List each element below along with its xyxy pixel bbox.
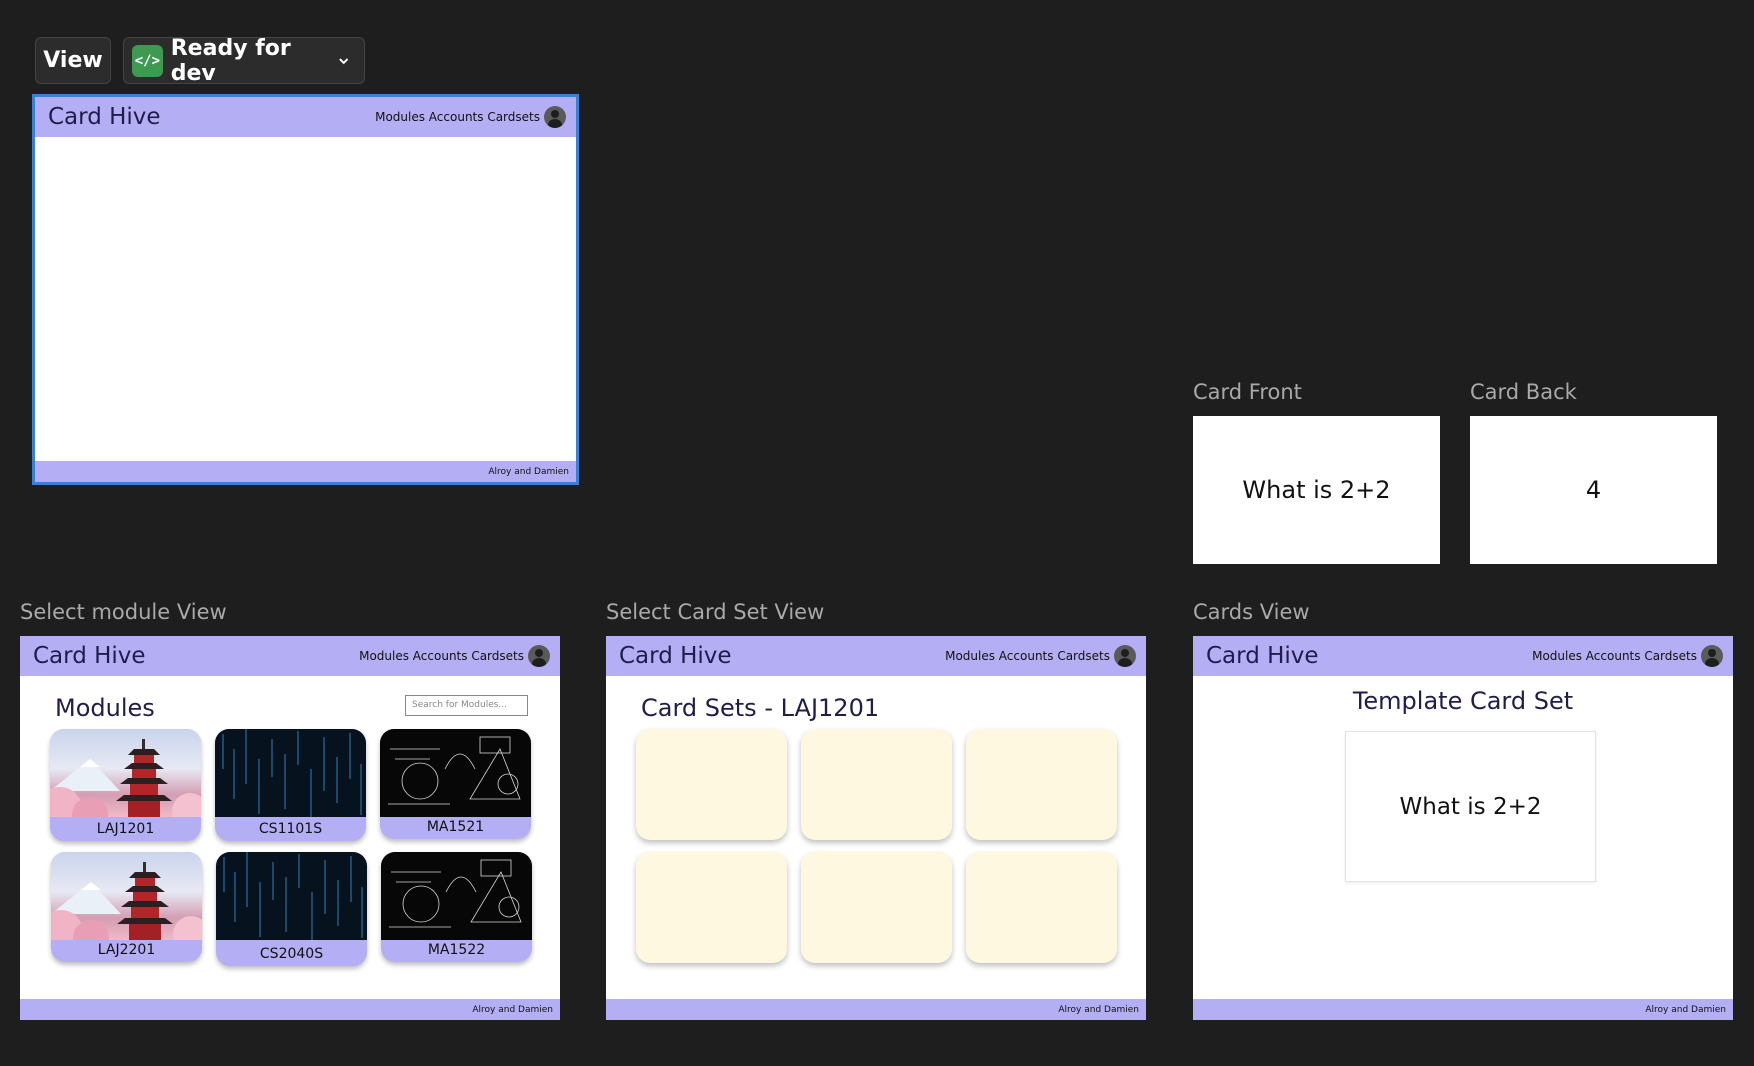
- module-card[interactable]: LAJ1201: [50, 729, 201, 841]
- module-code: CS2040S: [259, 946, 324, 962]
- card-back-text: 4: [1585, 476, 1602, 504]
- app-header: Card Hive Modules Accounts Cardsets: [1193, 636, 1733, 676]
- select-module-label: Select module View: [20, 600, 227, 624]
- footer-text: Alroy and Damien: [1058, 1004, 1139, 1015]
- module-card[interactable]: CS1101S: [215, 729, 366, 841]
- module-card[interactable]: CS2040S: [216, 852, 367, 966]
- flashcard[interactable]: What is 2+2: [1345, 731, 1596, 882]
- card-set-tile[interactable]: [636, 852, 787, 963]
- pagoda-image: [51, 852, 202, 956]
- app-footer: Alroy and Damien: [1193, 999, 1733, 1020]
- avatar-icon[interactable]: [1701, 645, 1723, 667]
- app-title: Card Hive: [48, 104, 161, 130]
- footer-text: Alroy and Damien: [472, 1004, 553, 1015]
- math-chalkboard-image: [381, 852, 532, 940]
- card-back[interactable]: 4: [1470, 416, 1717, 564]
- app-title: Card Hive: [619, 643, 732, 669]
- chevron-down-icon: [338, 57, 348, 64]
- app-footer: Alroy and Damien: [35, 461, 576, 482]
- footer-text: Alroy and Damien: [1645, 1004, 1726, 1015]
- card-set-tile[interactable]: [801, 852, 952, 963]
- nav-links[interactable]: Modules Accounts Cardsets: [359, 649, 524, 663]
- module-code: LAJ2201: [97, 942, 156, 958]
- module-code: MA1521: [426, 819, 485, 835]
- ready-for-dev-button[interactable]: </> Ready for dev: [123, 35, 365, 86]
- card-front-text: What is 2+2: [1242, 476, 1391, 504]
- nav-links[interactable]: Modules Accounts Cardsets: [945, 649, 1110, 663]
- app-title: Card Hive: [1206, 643, 1319, 669]
- card-set-title: Template Card Set: [1352, 687, 1574, 715]
- view-button-label: View: [43, 48, 103, 73]
- card-set-tile[interactable]: [801, 729, 952, 840]
- pagoda-image: [50, 729, 201, 833]
- card-back-label: Card Back: [1470, 380, 1577, 404]
- app-footer: Alroy and Damien: [606, 999, 1146, 1020]
- code-icon: </>: [132, 44, 163, 77]
- select-module-frame[interactable]: Card Hive Modules Accounts Cardsets Modu…: [20, 636, 560, 1020]
- cards-view-frame[interactable]: Card Hive Modules Accounts Cardsets Temp…: [1193, 636, 1733, 1020]
- app-header: Card Hive Modules Accounts Cardsets: [35, 97, 576, 137]
- view-button[interactable]: View: [35, 37, 111, 84]
- avatar-icon[interactable]: [544, 106, 566, 128]
- modules-heading: Modules: [55, 694, 155, 722]
- search-input[interactable]: Search for Modules...: [405, 695, 528, 716]
- module-code: LAJ1201: [96, 821, 155, 837]
- blank-frame[interactable]: Card Hive Modules Accounts Cardsets Alro…: [32, 94, 579, 485]
- flashcard-text: What is 2+2: [1399, 793, 1542, 820]
- select-card-set-frame[interactable]: Card Hive Modules Accounts Cardsets Card…: [606, 636, 1146, 1020]
- card-sets-heading: Card Sets - LAJ1201: [641, 694, 880, 722]
- module-card[interactable]: LAJ2201: [51, 852, 202, 962]
- code-rain-image: [216, 852, 367, 940]
- module-code: MA1522: [427, 942, 486, 958]
- math-chalkboard-image: [380, 729, 531, 817]
- status-label: Ready for dev: [170, 35, 291, 86]
- cards-view-label: Cards View: [1193, 600, 1310, 624]
- card-set-tile[interactable]: [966, 729, 1117, 840]
- footer-text: Alroy and Damien: [488, 466, 569, 477]
- avatar-icon[interactable]: [528, 645, 550, 667]
- nav-links[interactable]: Modules Accounts Cardsets: [375, 110, 540, 124]
- module-card[interactable]: MA1521: [380, 729, 531, 839]
- nav-links[interactable]: Modules Accounts Cardsets: [1532, 649, 1697, 663]
- card-set-tile[interactable]: [636, 729, 787, 840]
- app-header: Card Hive Modules Accounts Cardsets: [20, 636, 560, 676]
- module-code: CS1101S: [258, 821, 323, 837]
- card-front-label: Card Front: [1193, 380, 1302, 404]
- select-card-set-label: Select Card Set View: [606, 600, 825, 624]
- avatar-icon[interactable]: [1114, 645, 1136, 667]
- app-footer: Alroy and Damien: [20, 999, 560, 1020]
- module-card[interactable]: MA1522: [381, 852, 532, 962]
- card-front[interactable]: What is 2+2: [1193, 416, 1440, 564]
- app-header: Card Hive Modules Accounts Cardsets: [606, 636, 1146, 676]
- card-set-tile[interactable]: [966, 852, 1117, 963]
- code-rain-image: [215, 729, 366, 817]
- app-title: Card Hive: [33, 643, 146, 669]
